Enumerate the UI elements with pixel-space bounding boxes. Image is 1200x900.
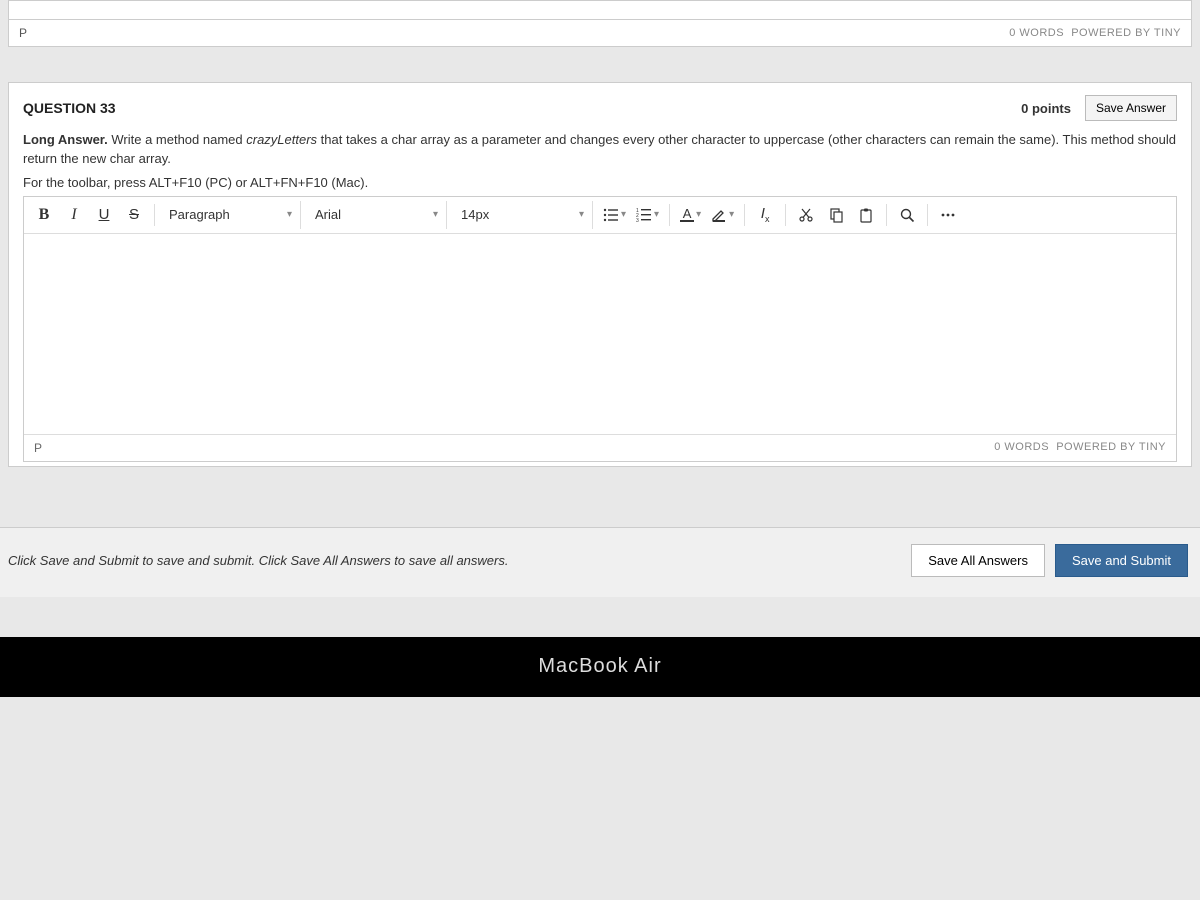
element-path[interactable]: P (19, 26, 27, 40)
chevron-down-icon: ▾ (621, 209, 626, 220)
separator (154, 204, 155, 226)
question-header: QUESTION 33 0 points Save Answer (23, 95, 1177, 121)
editor-statusbar: P 0 WORDS POWERED BY TINY (24, 434, 1176, 461)
separator (927, 204, 928, 226)
rich-text-editor: B I U S Paragraph▾ Arial▾ 14px▾ ▾ 123 ▾ (23, 196, 1177, 462)
save-answer-button[interactable]: Save Answer (1085, 95, 1177, 121)
separator (886, 204, 887, 226)
chevron-down-icon: ▾ (729, 209, 734, 220)
paste-button[interactable] (852, 201, 880, 229)
format-select[interactable]: Paragraph▾ (161, 201, 301, 229)
more-button[interactable] (934, 201, 962, 229)
separator (669, 204, 670, 226)
clear-formatting-button[interactable]: Ix (751, 201, 779, 229)
previous-editor-body[interactable] (8, 0, 1192, 20)
question-prompt: Long Answer. Write a method named crazyL… (23, 131, 1177, 169)
chevron-down-icon: ▾ (579, 209, 584, 220)
footer-buttons: Save All Answers Save and Submit (911, 544, 1188, 577)
word-count-powered: 0 WORDS POWERED BY TINY (994, 441, 1166, 455)
question-title: QUESTION 33 (23, 100, 116, 116)
find-replace-button[interactable] (893, 201, 921, 229)
page-footer: Click Save and Submit to save and submit… (0, 527, 1200, 597)
svg-text:3: 3 (636, 218, 639, 223)
copy-button[interactable] (822, 201, 850, 229)
toolbar-hint: For the toolbar, press ALT+F10 (PC) or A… (23, 175, 1177, 190)
underline-button[interactable]: U (90, 201, 118, 229)
laptop-bezel: MacBook Air (0, 637, 1200, 697)
question-block: QUESTION 33 0 points Save Answer Long An… (8, 82, 1192, 467)
save-all-answers-button[interactable]: Save All Answers (911, 544, 1045, 577)
chevron-down-icon: ▾ (696, 209, 701, 220)
bullet-list-button[interactable]: ▾ (599, 201, 630, 229)
editor-content-area[interactable] (24, 234, 1176, 434)
word-count-powered: 0 WORDS POWERED BY TINY (1009, 27, 1181, 39)
font-select[interactable]: Arial▾ (307, 201, 447, 229)
laptop-brand: MacBook Air (538, 655, 661, 678)
separator (785, 204, 786, 226)
element-path[interactable]: P (34, 441, 42, 455)
italic-button[interactable]: I (60, 201, 88, 229)
previous-editor-statusbar: P 0 WORDS POWERED BY TINY (8, 20, 1192, 47)
bold-button[interactable]: B (30, 201, 58, 229)
save-and-submit-button[interactable]: Save and Submit (1055, 544, 1188, 577)
points-label: 0 points (1021, 101, 1071, 116)
separator (744, 204, 745, 226)
cut-button[interactable] (792, 201, 820, 229)
strikethrough-button[interactable]: S (120, 201, 148, 229)
text-color-button[interactable]: A ▾ (676, 201, 705, 229)
chevron-down-icon: ▾ (287, 209, 292, 220)
highlight-button[interactable]: ▾ (707, 201, 738, 229)
numbered-list-button[interactable]: 123 ▾ (632, 201, 663, 229)
rte-toolbar: B I U S Paragraph▾ Arial▾ 14px▾ ▾ 123 ▾ (24, 197, 1176, 234)
fontsize-select[interactable]: 14px▾ (453, 201, 593, 229)
footer-hint: Click Save and Submit to save and submit… (8, 553, 508, 568)
chevron-down-icon: ▾ (433, 209, 438, 220)
chevron-down-icon: ▾ (654, 209, 659, 220)
question-meta: 0 points Save Answer (1021, 95, 1177, 121)
